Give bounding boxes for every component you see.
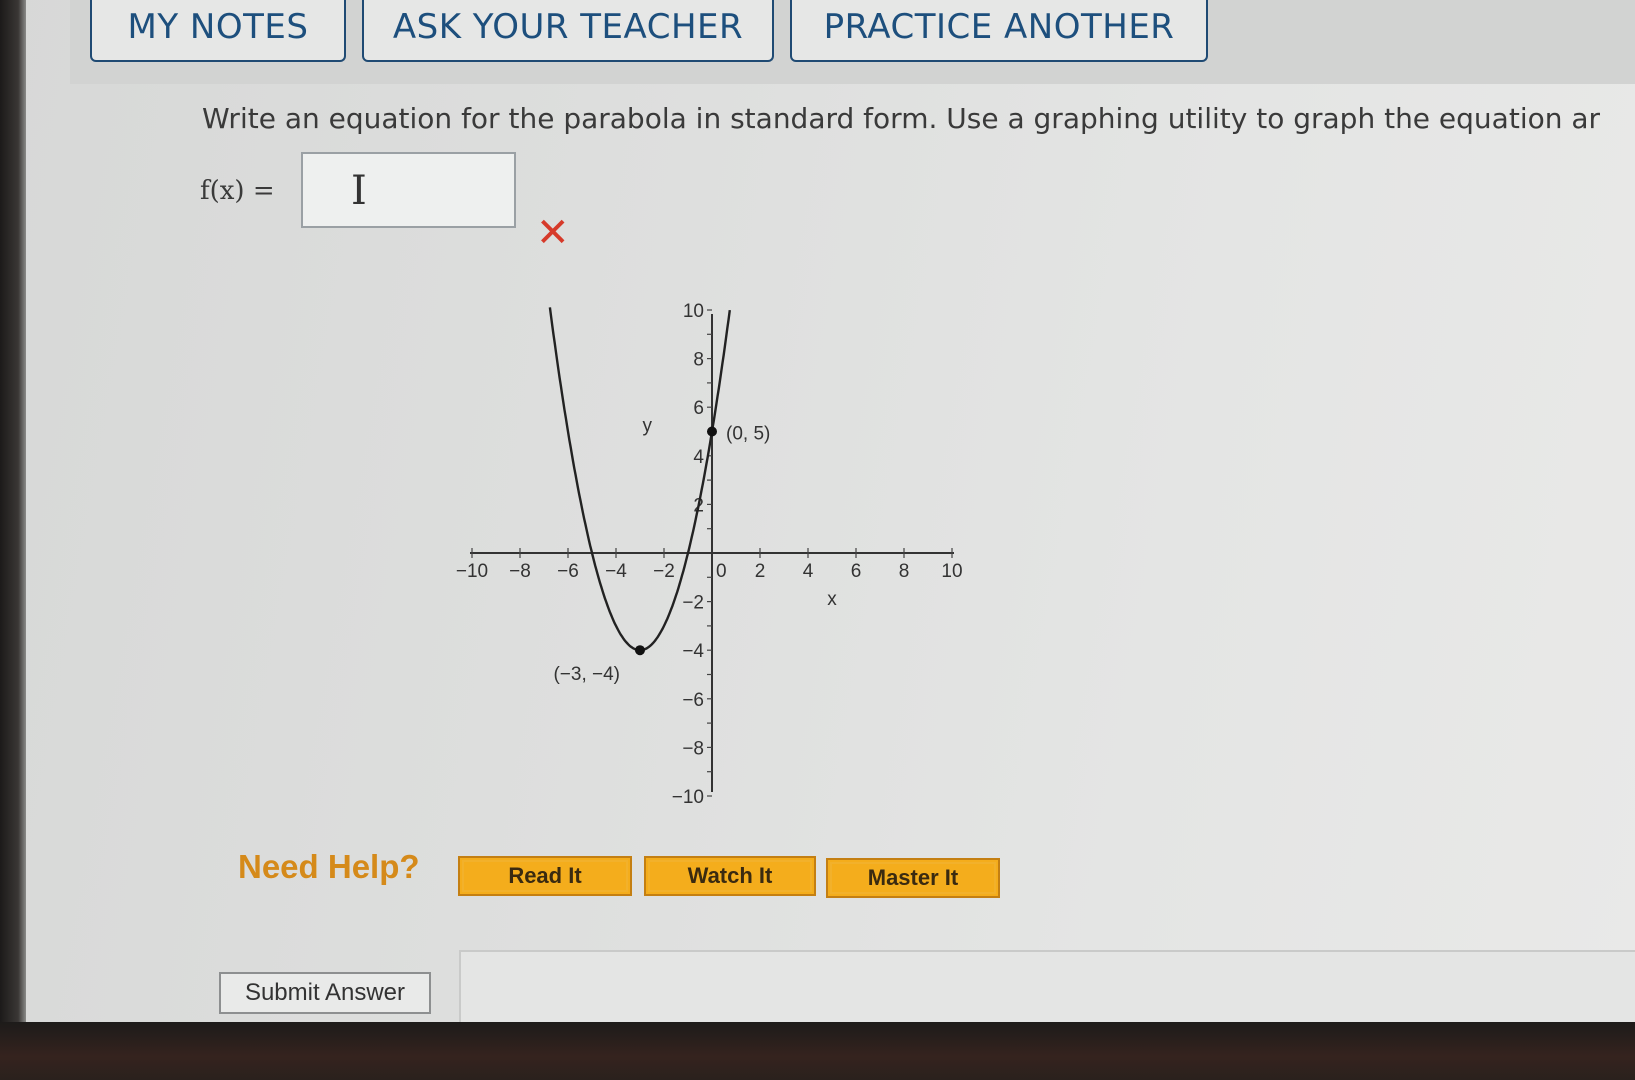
text-cursor-icon: I [351, 168, 367, 214]
answer-feedback-panel [459, 950, 1635, 1024]
y-tick-label: 10 [683, 301, 704, 322]
x-tick-label: 8 [899, 561, 910, 582]
practice-another-tab[interactable]: PRACTICE ANOTHER [790, 0, 1208, 62]
y-tick-label: 8 [693, 350, 704, 371]
x-tick-label: 10 [941, 561, 962, 582]
function-label: f(x) = [200, 176, 275, 206]
x-tick-label: −10 [456, 561, 488, 582]
need-help-label: Need Help? [238, 848, 420, 885]
point-label: (0, 5) [726, 424, 770, 445]
x-tick-label: 4 [803, 561, 814, 582]
y-tick-label: −4 [682, 641, 704, 662]
marked-point [635, 645, 645, 656]
y-tick-label: 4 [693, 447, 704, 468]
y-tick-label: −8 [682, 738, 704, 759]
master-it-button[interactable]: Master It [826, 858, 1000, 898]
x-axis-label: x [827, 589, 837, 610]
watch-it-button[interactable]: Watch It [644, 856, 816, 896]
x-tick-label: 6 [851, 561, 862, 582]
x-tick-label: −4 [605, 561, 627, 582]
monitor-bezel [0, 0, 26, 1022]
x-tick-label: −6 [557, 561, 579, 582]
screen: MY NOTES ASK YOUR TEACHER PRACTICE ANOTH… [0, 0, 1635, 1024]
x-tick-label: −8 [509, 561, 531, 582]
y-tick-label: 6 [693, 398, 704, 419]
monitor-bottom-bezel [0, 1022, 1635, 1080]
y-axis-label: y [642, 416, 652, 437]
y-tick-label: −2 [682, 593, 704, 614]
ask-your-teacher-tab[interactable]: ASK YOUR TEACHER [362, 0, 774, 62]
question-text: Write an equation for the parabola in st… [202, 102, 1601, 135]
answer-input[interactable]: I [301, 152, 516, 228]
my-notes-tab[interactable]: MY NOTES [90, 0, 346, 62]
marked-point [707, 426, 717, 437]
x-tick-label: 2 [755, 561, 766, 582]
x-tick-label: 0 [716, 561, 727, 582]
point-label: (−3, −4) [553, 664, 620, 685]
parabola-graph: xy −10 −8 −6 −4 −2 0 2 4 6 8 10108642−2−4−6−8−10 (… [456, 301, 963, 808]
incorrect-x-icon: ✕ [536, 210, 570, 256]
read-it-button[interactable]: Read It [458, 856, 632, 896]
x-tick-label: −2 [653, 561, 675, 582]
y-tick-label: −6 [682, 690, 704, 711]
y-tick-label: −10 [672, 787, 704, 808]
submit-answer-button[interactable]: Submit Answer [219, 972, 431, 1014]
